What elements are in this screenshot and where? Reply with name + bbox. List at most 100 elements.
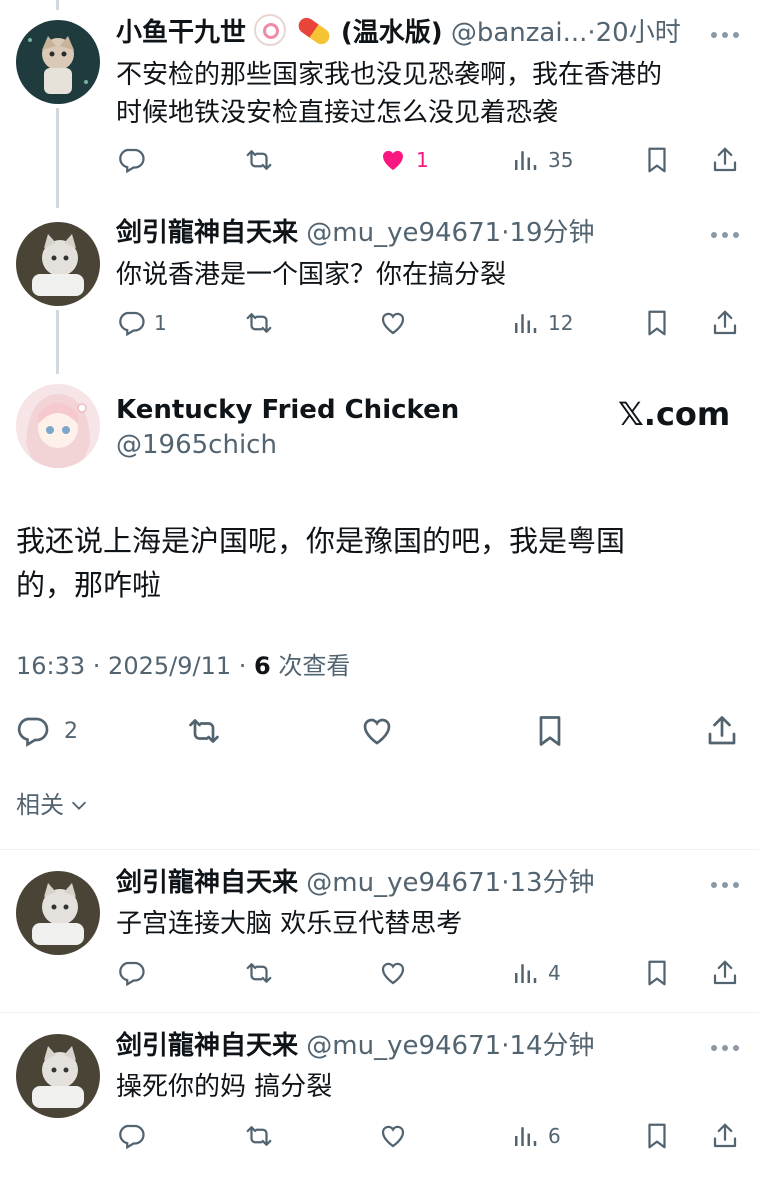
avatar[interactable] bbox=[16, 1034, 100, 1118]
like-button[interactable]: 1 bbox=[378, 142, 429, 178]
more-options-icon[interactable] bbox=[711, 32, 739, 40]
reply-button[interactable] bbox=[116, 142, 146, 178]
reply-count: 1 bbox=[154, 311, 167, 335]
handle[interactable]: @mu_ye94671 bbox=[306, 218, 501, 248]
thread-connector bbox=[56, 310, 59, 374]
heart-icon bbox=[378, 958, 408, 988]
more-options-icon[interactable] bbox=[711, 1045, 739, 1053]
timestamp[interactable]: 13分钟 bbox=[509, 868, 594, 898]
display-name[interactable]: Kentucky Fried Chicken bbox=[116, 393, 459, 427]
timestamp[interactable]: 14分钟 bbox=[509, 1031, 594, 1061]
pill-emoji-icon bbox=[295, 14, 333, 48]
reply-button[interactable] bbox=[116, 1118, 146, 1154]
heart-icon bbox=[378, 308, 408, 338]
views-button[interactable]: 12 bbox=[510, 305, 573, 341]
retweet-icon bbox=[244, 958, 274, 988]
reply-button[interactable]: 1 bbox=[116, 305, 167, 341]
reply-icon bbox=[116, 958, 146, 988]
tweet-text: 子宫连接大脑 欢乐豆代替思考 bbox=[116, 909, 463, 939]
retweet-button[interactable] bbox=[186, 713, 222, 749]
view-count: 4 bbox=[548, 961, 561, 985]
timestamp[interactable]: 19分钟 bbox=[509, 218, 594, 248]
retweet-button[interactable] bbox=[244, 305, 274, 341]
bookmark-button[interactable] bbox=[642, 955, 672, 991]
share-button[interactable] bbox=[704, 713, 740, 749]
heart-icon bbox=[378, 1121, 408, 1151]
avatar[interactable] bbox=[16, 222, 100, 306]
tweet-text: 不安检的那些国家我也没见恐袭啊，我在香港的 bbox=[116, 60, 663, 90]
x-watermark: 𝕏.com bbox=[618, 395, 731, 433]
bookmark-button[interactable] bbox=[642, 142, 672, 178]
views-icon bbox=[510, 1121, 540, 1151]
more-options-icon[interactable] bbox=[711, 882, 739, 890]
view-count: 6 bbox=[254, 652, 271, 680]
bookmark-icon bbox=[642, 308, 672, 338]
handle[interactable]: @1965chich bbox=[116, 428, 277, 462]
views-icon bbox=[510, 145, 540, 175]
bookmark-button[interactable] bbox=[532, 713, 568, 749]
display-name[interactable]: 剑引龍神自天来 bbox=[116, 218, 298, 248]
retweet-icon bbox=[244, 145, 274, 175]
heart-filled-icon bbox=[378, 145, 408, 175]
reply-icon bbox=[116, 145, 146, 175]
like-button[interactable] bbox=[378, 305, 408, 341]
avatar[interactable] bbox=[16, 871, 100, 955]
thread-connector bbox=[56, 0, 59, 10]
view-count: 6 bbox=[548, 1124, 561, 1148]
views-icon bbox=[510, 958, 540, 988]
display-name[interactable]: 小鱼干九世 bbox=[116, 18, 246, 48]
retweet-icon bbox=[244, 308, 274, 338]
timestamp[interactable]: 16:33 · 2025/9/11 · bbox=[16, 652, 254, 680]
handle[interactable]: @banzai... bbox=[451, 18, 588, 48]
tweet-header: 剑引龍神自天来 @mu_ye94671·14分钟 bbox=[116, 1031, 595, 1061]
reply-button[interactable] bbox=[116, 955, 146, 991]
bookmark-button[interactable] bbox=[642, 305, 672, 341]
avatar[interactable] bbox=[16, 20, 100, 104]
views-button[interactable]: 35 bbox=[510, 142, 573, 178]
view-count: 35 bbox=[548, 148, 574, 172]
share-button[interactable] bbox=[710, 955, 740, 991]
timestamp[interactable]: 20小时 bbox=[596, 18, 681, 48]
reply-button[interactable]: 2 bbox=[14, 713, 78, 749]
divider bbox=[0, 849, 759, 850]
views-button[interactable]: 4 bbox=[510, 955, 561, 991]
fishcake-emoji-icon bbox=[254, 14, 287, 46]
display-name[interactable]: 剑引龍神自天来 bbox=[116, 868, 298, 898]
retweet-icon bbox=[244, 1121, 274, 1151]
share-button[interactable] bbox=[710, 305, 740, 341]
like-count: 1 bbox=[416, 148, 429, 172]
tweet-header: 剑引龍神自天来 @mu_ye94671·19分钟 bbox=[116, 218, 595, 248]
bookmark-icon bbox=[532, 713, 568, 749]
like-button[interactable] bbox=[378, 955, 408, 991]
reply-icon bbox=[116, 1121, 146, 1151]
tweet-text: 你说香港是一个国家？你在搞分裂 bbox=[116, 260, 507, 290]
display-name[interactable]: 剑引龍神自天来 bbox=[116, 1031, 298, 1061]
heart-icon bbox=[359, 713, 395, 749]
tweet-text: 时候地铁没安检直接过怎么没见着恐袭 bbox=[116, 98, 559, 128]
views-button[interactable]: 6 bbox=[510, 1118, 561, 1154]
share-button[interactable] bbox=[710, 142, 740, 178]
reply-icon bbox=[116, 308, 146, 338]
bookmark-button[interactable] bbox=[642, 1118, 672, 1154]
reply-count: 2 bbox=[64, 718, 78, 744]
display-name-suffix[interactable]: (温水版) bbox=[341, 18, 443, 48]
related-label: 相关 bbox=[16, 791, 64, 819]
retweet-button[interactable] bbox=[244, 955, 274, 991]
share-button[interactable] bbox=[710, 1118, 740, 1154]
bookmark-icon bbox=[642, 145, 672, 175]
like-button[interactable] bbox=[359, 713, 395, 749]
more-options-icon[interactable] bbox=[711, 232, 739, 240]
reply-icon bbox=[14, 713, 50, 749]
tweet-header: 剑引龍神自天来 @mu_ye94671·13分钟 bbox=[116, 868, 595, 898]
retweet-button[interactable] bbox=[244, 142, 274, 178]
chevron-down-icon bbox=[71, 801, 87, 810]
share-icon bbox=[704, 713, 740, 749]
related-toggle[interactable]: 相关 bbox=[16, 789, 90, 821]
avatar[interactable] bbox=[16, 384, 100, 468]
share-icon bbox=[710, 308, 740, 338]
handle[interactable]: @mu_ye94671 bbox=[306, 868, 501, 898]
handle[interactable]: @mu_ye94671 bbox=[306, 1031, 501, 1061]
like-button[interactable] bbox=[378, 1118, 408, 1154]
retweet-button[interactable] bbox=[244, 1118, 274, 1154]
share-icon bbox=[710, 145, 740, 175]
